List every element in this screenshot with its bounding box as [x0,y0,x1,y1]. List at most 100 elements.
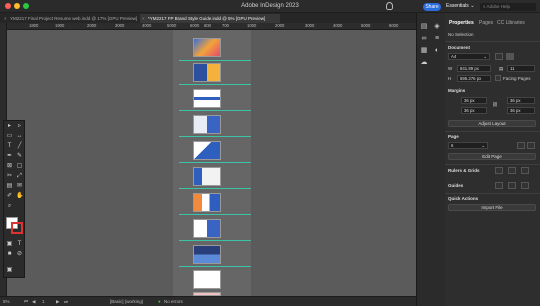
preflight-status[interactable]: No errors [164,299,183,304]
workspace-switcher[interactable]: Essentials ⌄ [446,3,474,9]
margin-left-field[interactable]: 36 px [507,97,535,104]
quick-actions-label: Quick Actions [448,196,479,201]
tab-brand-style-guide[interactable]: × *YM2217 FP Brand Style Guide.indd @ 5% … [140,14,280,23]
share-button[interactable]: Share [423,3,441,11]
pages-panel-icon[interactable]: ▤ [420,23,428,31]
tab-label: *YM2217 FP Brand Style Guide.indd @ 5% [… [148,16,266,21]
tools-panel: ▸ ▹ ▭ ↔ T ╱ ✒ ✎ ⊠ ▢ ✂ ⤢ ▤ ✉ ✐ ✋ ⌕ ▣ T ■ … [3,120,25,278]
import-file-button[interactable]: Import File [448,204,536,211]
page-select[interactable]: 6 ⌄ [448,142,488,149]
close-tab-icon[interactable]: × [4,14,7,23]
margin-bottom-field[interactable]: 36 px [461,107,487,114]
gap-tool-icon[interactable]: ↔ [16,133,23,140]
selection-tool-icon[interactable]: ▸ [6,123,13,130]
selection-status: No Selection [448,32,474,37]
link-icon[interactable]: ⛓ [492,102,498,108]
tab-properties[interactable]: Properties [449,20,474,26]
first-page-icon[interactable]: ⏮ [24,299,28,304]
stroke-panel-icon[interactable]: ≡ [433,35,441,43]
delete-page-icon[interactable] [527,142,535,149]
tab-pages[interactable]: Pages [479,20,493,26]
show-guides-icon[interactable] [495,182,503,189]
note-tool-icon[interactable]: ✉ [16,183,23,190]
page-thumbnail[interactable] [193,63,221,82]
last-page-icon[interactable]: ⏭ [64,299,68,304]
width-field[interactable]: 841.89 px [457,65,491,72]
rulers-grids-label: Rulers & Grids [448,168,480,173]
document-grid-icon[interactable] [521,167,529,174]
frame-tool-icon[interactable]: ⊠ [6,163,13,170]
margin-right-field[interactable]: 36 px [507,107,535,114]
ruler-tick: 1900 [55,23,65,28]
margin-top-field[interactable]: 36 px [461,97,487,104]
document-canvas[interactable] [7,30,416,296]
type-tool-icon[interactable]: T [6,143,13,150]
screen-mode-icon[interactable]: ▣ [6,267,13,274]
page-thumbnail[interactable] [193,270,221,289]
workspace-label: Essentials [446,3,469,9]
swatches-panel-icon[interactable]: ▦ [420,47,428,55]
smart-guides-icon[interactable] [521,182,529,189]
lightbulb-icon[interactable] [386,2,393,10]
ruler-tick: 3000 [305,23,315,28]
zoom-level[interactable]: 5% [3,299,10,304]
pen-tool-icon[interactable]: ✒ [6,153,13,160]
formatting-text-icon[interactable]: T [16,241,23,248]
zoom-tool-icon[interactable]: ⌕ [6,203,13,210]
page-thumbnail[interactable] [193,245,221,264]
help-search-input[interactable]: ⌕ Adobe Help [480,3,536,11]
page-thumbnail[interactable] [193,219,221,238]
page-tool-icon[interactable]: ▭ [6,133,13,140]
page-thumbnail[interactable] [193,141,221,160]
adjust-layout-button[interactable]: Adjust Layout [448,120,536,127]
links-panel-icon[interactable]: ∞ [420,35,428,43]
eyedropper-tool-icon[interactable]: ✐ [6,193,13,200]
help-search-placeholder: Adobe Help [486,4,511,9]
apply-none-icon[interactable]: ⊘ [16,251,23,258]
style-status[interactable]: [Basic] (working) [110,299,143,304]
baseline-grid-icon[interactable] [508,167,516,174]
page-thumbnail[interactable] [193,193,221,212]
cc-libraries-panel-icon[interactable]: ☁ [420,59,428,67]
height-field[interactable]: 595.276 px [457,75,491,82]
tab-resume[interactable]: × YM2217 Final Project Resume web.indd @ … [2,14,138,23]
formatting-container-icon[interactable]: ▣ [6,241,13,248]
page-thumbnail[interactable] [193,167,221,186]
lock-guides-icon[interactable] [508,182,516,189]
horizontal-ruler[interactable]: 1800 1900 2000 3000 4000 5000 6000 600 7… [7,23,416,30]
direct-selection-icon[interactable]: ▹ [16,123,23,130]
transform-tool-icon[interactable]: ⤢ [16,173,23,180]
stroke-swatch[interactable] [11,222,23,234]
page-thumbnail[interactable] [193,115,221,134]
color-panel-icon[interactable]: ◐ [433,47,441,55]
page-thumbnail[interactable] [193,38,221,57]
ruler-tick: 6000 [190,23,200,28]
panel-icon-strip: ▤ ◈ ∞ ≡ ▦ ◐ ☁ [416,13,445,306]
prev-page-icon[interactable]: ◀ [32,299,35,305]
gradient-tool-icon[interactable]: ▤ [6,183,13,190]
pencil-tool-icon[interactable]: ✎ [16,153,23,160]
portrait-icon[interactable] [495,53,503,60]
page-number[interactable]: 1 [42,299,45,304]
facing-pages-checkbox[interactable] [495,75,501,81]
guide-line [179,136,251,137]
ruler-tick: 600 [204,23,211,28]
rulers-icon[interactable] [495,167,503,174]
scissors-tool-icon[interactable]: ✂ [6,173,13,180]
rectangle-tool-icon[interactable]: ▢ [16,163,23,170]
page-thumbnail[interactable] [193,89,221,108]
page-select-value: 6 [451,143,454,148]
next-page-icon[interactable]: ▶ [56,299,59,305]
line-tool-icon[interactable]: ╱ [16,143,23,150]
landscape-icon[interactable] [506,53,514,60]
insert-page-icon[interactable] [517,142,525,149]
pages-count-field[interactable]: 11 [507,65,535,72]
tab-cc-libraries[interactable]: CC Libraries [497,20,525,26]
close-tab-icon[interactable]: × [142,14,145,23]
layers-panel-icon[interactable]: ◈ [433,23,441,31]
hand-tool-icon[interactable]: ✋ [16,193,23,200]
apply-color-icon[interactable]: ■ [6,251,13,258]
ruler-tick: 700 [222,23,229,28]
edit-page-button[interactable]: Edit Page [448,153,536,160]
preset-select[interactable]: A4 ⌄ [448,53,490,60]
